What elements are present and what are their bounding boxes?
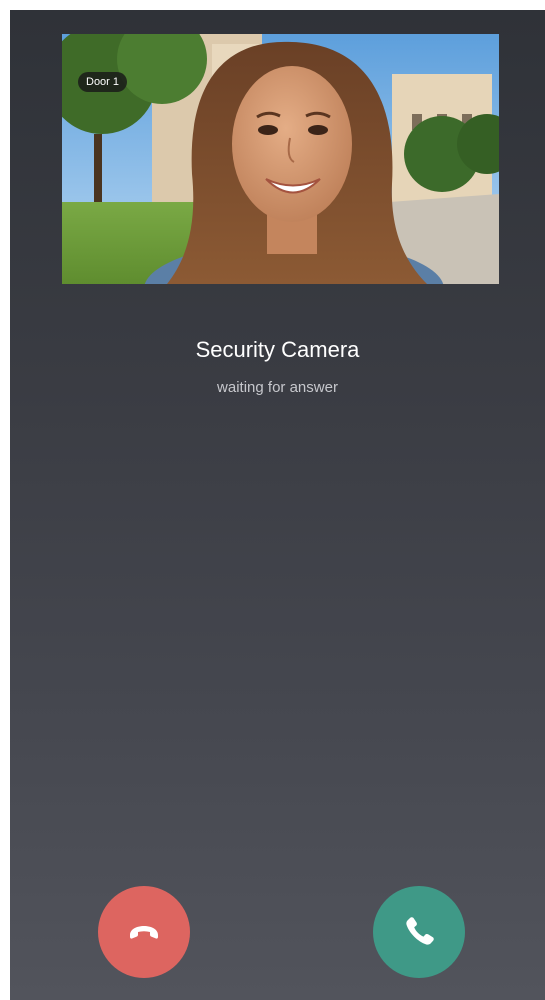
camera-feed-image	[62, 34, 499, 284]
call-status: waiting for answer	[217, 379, 338, 396]
camera-feed: Door 1	[62, 34, 499, 284]
caller-name: Security Camera	[195, 337, 360, 362]
incoming-call-screen: Door 1 Security Camera waiting for answe…	[10, 10, 545, 1000]
decline-call-button[interactable]	[98, 886, 190, 978]
phone-icon	[406, 917, 434, 945]
accept-call-button[interactable]	[373, 886, 465, 978]
camera-label-badge: Door 1	[78, 72, 128, 92]
phone-hangup-icon	[130, 926, 158, 939]
